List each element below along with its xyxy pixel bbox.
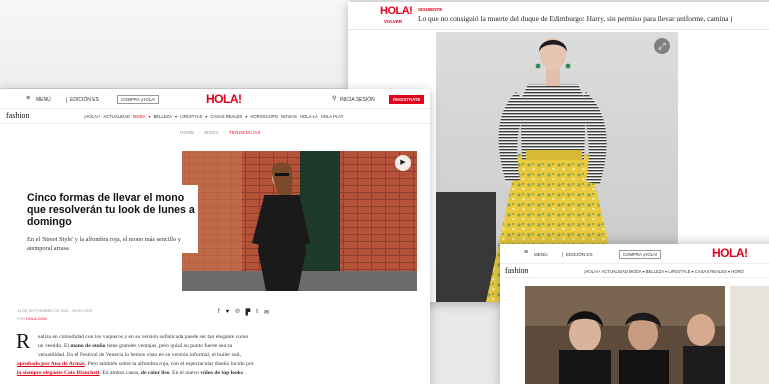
user-icon[interactable]: ⚲ bbox=[332, 95, 336, 102]
next-article-bar[interactable]: HOLA! VOLVER SIGUIENTE Lo que no consigu… bbox=[348, 2, 769, 30]
tumblr-icon[interactable]: t bbox=[256, 309, 258, 316]
email-icon[interactable]: ✉ bbox=[264, 309, 269, 316]
nav-belleza[interactable]: BELLEZA bbox=[154, 114, 172, 119]
expand-icon[interactable]: ⤢ bbox=[654, 38, 670, 54]
nav-hola-la[interactable]: HOLA-LA bbox=[300, 114, 318, 119]
paragraph-line: aprobado por Ana de Armas. Pero también … bbox=[17, 361, 254, 367]
paragraph-line: la siempre elegante Cate Blanchett. En a… bbox=[17, 370, 244, 377]
facebook-icon[interactable]: f bbox=[218, 309, 220, 316]
menu-button[interactable]: MENÚ bbox=[534, 252, 548, 257]
drop-cap: R bbox=[16, 329, 31, 353]
buy-magazine-button[interactable]: COMPRA ¡HOLA! bbox=[619, 250, 662, 259]
next-label: SIGUIENTE bbox=[418, 7, 443, 12]
breadcrumb-moda[interactable]: MODA bbox=[204, 130, 219, 135]
section-navigation: fashion ¡HOLA!+ ACTUALIDAD MODA ▾ BELLEZA… bbox=[0, 109, 430, 124]
chevron-down-icon: ▾ bbox=[148, 114, 151, 119]
background-page bbox=[0, 0, 350, 88]
street-style-photo bbox=[182, 151, 417, 291]
article-date: 13 DE SEPTIEMBRE DE 2021 - 09:00 CEST bbox=[17, 309, 93, 313]
paragraph-line: un vestido. El mono de otoño tiene grand… bbox=[38, 343, 233, 350]
related-article-card[interactable]: ≡ MENÚ EDICIÓN ES COMPRA ¡HOLA! HOLA! fa… bbox=[500, 244, 769, 384]
nav-novias[interactable]: NOVIAS bbox=[281, 114, 297, 119]
nav-hola-play[interactable]: HOLA PLAY bbox=[321, 114, 344, 119]
fashion-logo[interactable]: fashion bbox=[505, 266, 529, 275]
nav-horoscopo[interactable]: HORÓSCOPO bbox=[250, 114, 278, 119]
nav-lifestyle[interactable]: LIFESTYLE bbox=[180, 114, 202, 119]
menu-icon[interactable]: ≡ bbox=[26, 95, 30, 102]
buy-magazine-button[interactable]: COMPRA ¡HOLA! bbox=[117, 95, 160, 104]
author-line: POR HOLA.COM bbox=[17, 317, 47, 321]
menu-button[interactable]: MENÚ bbox=[36, 97, 51, 103]
article-card: ≡ MENÚ EDICIÓN ES COMPRA ¡HOLA! HOLA! ⚲ … bbox=[0, 89, 430, 384]
edition-selector[interactable]: EDICIÓN ES bbox=[66, 97, 99, 103]
royals-illustration bbox=[525, 286, 725, 384]
nav-items: ¡HOLA!+ ACTUALIDAD MODA ▾ BELLEZA ▾ LIFEST… bbox=[84, 114, 344, 119]
section-navigation: fashion ¡HOLA!+ ACTUALIDAD MODA ▾ BELLEZ… bbox=[500, 264, 769, 278]
back-link[interactable]: VOLVER bbox=[384, 19, 402, 24]
hola-logo[interactable]: HOLA! bbox=[380, 5, 413, 17]
top-navigation: ≡ MENÚ EDICIÓN ES COMPRA ¡HOLA! HOLA! ⚲ … bbox=[0, 89, 430, 109]
nav-actualidad[interactable]: ACTUALIDAD bbox=[103, 114, 130, 119]
author-link[interactable]: HOLA.COM bbox=[26, 317, 46, 321]
chevron-down-icon: ▾ bbox=[205, 114, 208, 119]
hola-logo[interactable]: HOLA! bbox=[206, 92, 242, 106]
author-prefix: POR bbox=[17, 317, 26, 321]
breadcrumb-tendencias[interactable]: TENDENCIAS bbox=[229, 130, 261, 135]
breadcrumb: HOME · MODA · TENDENCIAS bbox=[180, 130, 261, 135]
cate-blanchett-link[interactable]: la siempre elegante Cate Blanchett bbox=[17, 370, 100, 376]
register-button[interactable]: REGISTRATE bbox=[389, 95, 425, 104]
flipboard-icon[interactable]: ▛ bbox=[246, 309, 251, 316]
chevron-down-icon: ▾ bbox=[245, 114, 248, 119]
side-photo[interactable] bbox=[730, 286, 769, 384]
top-navigation: ≡ MENÚ EDICIÓN ES COMPRA ¡HOLA! HOLA! bbox=[500, 244, 769, 264]
hero-image[interactable]: ▶ bbox=[182, 151, 417, 291]
article-paragraph-continued: aprobado por Ana de Armas. Pero también … bbox=[17, 360, 307, 378]
paragraph-line: ealiza en comodidad con los vaqueros y e… bbox=[38, 334, 249, 340]
nav-casas-reales[interactable]: CASAS REALES bbox=[210, 114, 242, 119]
menu-icon[interactable]: ≡ bbox=[524, 249, 528, 256]
pinterest-icon[interactable]: ℗ bbox=[235, 309, 239, 316]
next-headline[interactable]: Lo que no consiguió la muerte del duque … bbox=[418, 14, 732, 23]
royals-photo[interactable] bbox=[525, 286, 725, 384]
article-title: Cinco formas de llevar el mono que resol… bbox=[27, 192, 195, 229]
edition-selector[interactable]: EDICIÓN ES bbox=[562, 252, 593, 257]
article-paragraph: ealiza en comodidad con los vaqueros y e… bbox=[38, 333, 300, 361]
nav-moda[interactable]: MODA bbox=[133, 114, 146, 119]
twitter-icon[interactable]: ♥ bbox=[226, 309, 230, 316]
chevron-down-icon: ▾ bbox=[175, 114, 178, 119]
share-bar: f ♥ ℗ ▛ t ✉ bbox=[218, 309, 269, 316]
nav-items[interactable]: ¡HOLA!+ ACTUALIDAD MODA ▾ BELLEZA ▾ LIFE… bbox=[584, 269, 744, 274]
ana-de-armas-link[interactable]: aprobado por Ana de Armas bbox=[17, 361, 85, 367]
hola-logo[interactable]: HOLA! bbox=[712, 246, 748, 260]
nav-hola-plus[interactable]: ¡HOLA!+ bbox=[84, 114, 100, 119]
breadcrumb-home[interactable]: HOME bbox=[180, 130, 195, 135]
login-link[interactable]: INICIA SESIÓN bbox=[340, 97, 375, 103]
article-subtitle: En el 'Street Style' y la alfombra roja,… bbox=[27, 236, 181, 252]
play-icon[interactable]: ▶ bbox=[395, 155, 411, 171]
fashion-logo[interactable]: fashion bbox=[6, 111, 30, 120]
